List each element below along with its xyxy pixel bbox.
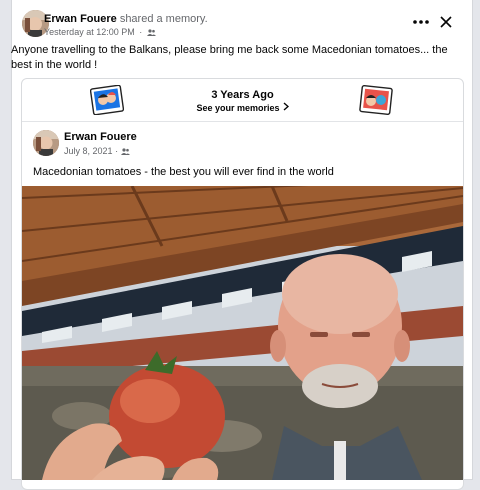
meta-separator: · bbox=[115, 146, 119, 156]
memory-banner[interactable]: 3 Years Ago See your memories bbox=[22, 79, 463, 122]
post-timestamp[interactable]: Yesterday at 12:00 PM bbox=[44, 27, 135, 37]
friends-icon[interactable] bbox=[120, 147, 130, 157]
memory-kiss-badge-icon bbox=[359, 85, 393, 115]
close-icon[interactable] bbox=[436, 12, 456, 32]
post-meta: Yesterday at 12:00 PM · bbox=[44, 27, 156, 38]
inner-author-name[interactable]: Erwan Fouere bbox=[64, 131, 137, 143]
meta-separator: · bbox=[139, 27, 143, 37]
inner-author-avatar[interactable] bbox=[33, 130, 59, 156]
chevron-right-icon bbox=[283, 102, 289, 113]
see-memories-link[interactable]: See your memories bbox=[22, 102, 463, 113]
inner-post-text: Macedonian tomatoes - the best you will … bbox=[33, 166, 334, 178]
post-text: Anyone travelling to the Balkans, please… bbox=[11, 44, 448, 71]
memory-photo[interactable] bbox=[22, 186, 463, 480]
author-name[interactable]: Erwan Fouere bbox=[44, 13, 117, 25]
post-header-line: Erwan Fouere shared a memory. bbox=[44, 13, 208, 25]
inner-post-meta: July 8, 2021 · bbox=[64, 146, 130, 157]
see-memories-label[interactable]: See your memories bbox=[196, 103, 279, 113]
inner-post-date[interactable]: July 8, 2021 bbox=[64, 146, 113, 156]
post-action: shared a memory. bbox=[119, 13, 208, 25]
memory-title: 3 Years Ago bbox=[211, 89, 274, 101]
friends-icon[interactable] bbox=[146, 28, 156, 38]
more-horizontal-icon[interactable] bbox=[409, 12, 433, 32]
